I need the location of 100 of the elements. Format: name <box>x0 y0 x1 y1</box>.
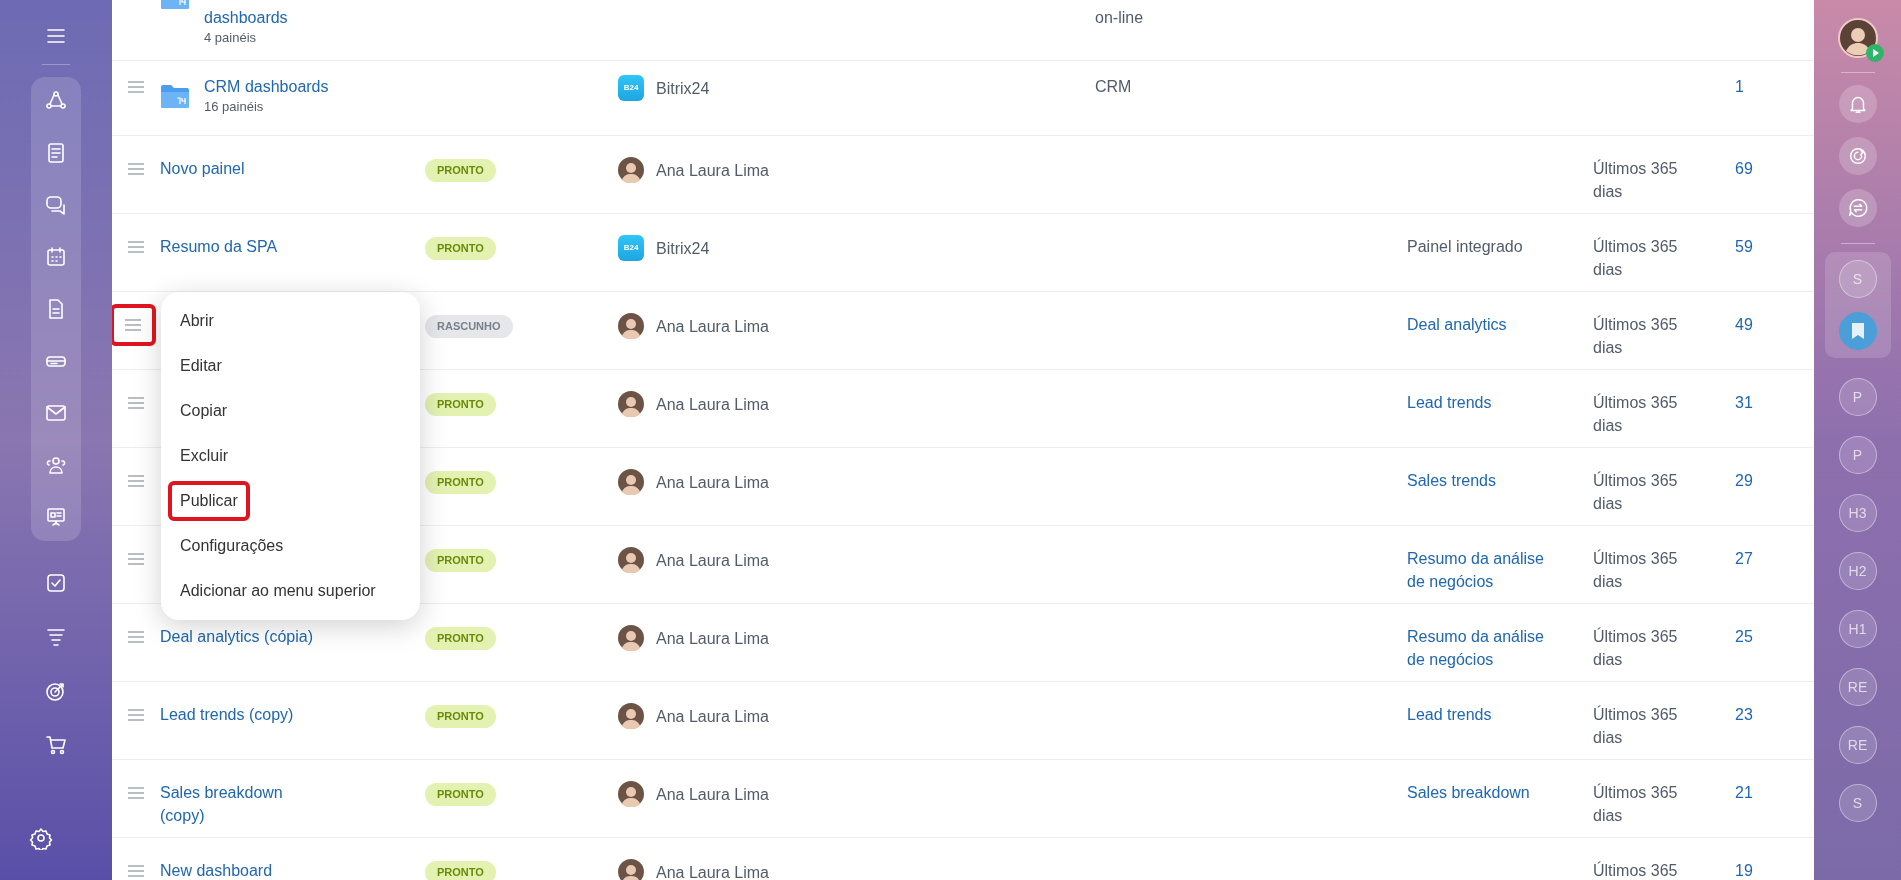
drag-handle-icon[interactable] <box>128 631 144 643</box>
avatar-silhouette-icon <box>618 391 644 417</box>
view-count[interactable]: 23 <box>1735 706 1753 723</box>
chat-arrows-icon <box>1846 197 1869 219</box>
owner-name: Bitrix24 <box>656 238 710 259</box>
menu-item[interactable]: Configurações <box>168 526 296 566</box>
source-link[interactable]: Sales trends <box>1407 469 1557 492</box>
status-badge: PRONTO <box>425 705 496 728</box>
view-count[interactable]: 27 <box>1735 550 1753 567</box>
status-badge: PRONTO <box>425 783 496 806</box>
view-count[interactable]: 25 <box>1735 628 1753 645</box>
calendar-icon[interactable] <box>44 245 68 269</box>
app-logo: B24 <box>618 235 644 261</box>
menu-item[interactable]: Adicionar ao menu superior <box>168 571 388 611</box>
menu-item[interactable]: Excluir <box>168 436 240 476</box>
owner-name: Ana Laura Lima <box>656 472 769 493</box>
bookmark-icon <box>1850 322 1865 340</box>
status-badge: PRONTO <box>425 471 496 494</box>
avatar-silhouette-icon <box>618 313 644 339</box>
period-label: Últimos 365 dias <box>1593 158 1679 202</box>
period-label: Últimos 365 dias <box>1593 704 1679 748</box>
dashboard-link[interactable]: Sales breakdown (copy) <box>160 781 320 827</box>
chat-arrows-button[interactable] <box>1838 189 1877 227</box>
drag-handle-icon[interactable] <box>128 475 144 487</box>
dashboard-link[interactable]: Novo painel <box>160 157 245 180</box>
source-link[interactable]: Resumo da análise de negócios <box>1407 625 1557 671</box>
owner-name: Ana Laura Lima <box>656 628 769 649</box>
drag-handle-icon[interactable] <box>128 397 144 409</box>
source-link[interactable]: Lead trends <box>1407 703 1557 726</box>
source-link[interactable]: Lead trends <box>1407 391 1557 414</box>
view-count[interactable]: 19 <box>1735 862 1753 879</box>
status-badge: RASCUNHO <box>425 315 513 338</box>
drag-handle-icon[interactable] <box>125 319 141 331</box>
owner-name: Ana Laura Lima <box>656 862 769 880</box>
bookmark-chat-button[interactable] <box>1838 312 1877 350</box>
drag-handle-icon[interactable] <box>128 787 144 799</box>
drag-handle-icon[interactable] <box>128 81 144 93</box>
dashboard-link[interactable]: CRM dashboards <box>204 75 329 98</box>
source-link[interactable]: Sales breakdown <box>1407 781 1557 804</box>
menu-item[interactable]: Abrir <box>168 301 226 341</box>
status-badge: PRONTO <box>425 627 496 650</box>
menu-item[interactable]: Editar <box>168 346 234 386</box>
drag-handle-icon[interactable] <box>128 865 144 877</box>
owner-name: Ana Laura Lima <box>656 706 769 727</box>
owner-name: Bitrix24 <box>656 78 710 99</box>
checkbox-icon[interactable] <box>44 571 68 595</box>
period-label: Últimos 365 <box>1593 860 1679 880</box>
period-label: Últimos 365 dias <box>1593 626 1679 670</box>
period-label: Últimos 365 dias <box>1593 236 1679 280</box>
avatar-silhouette-icon <box>618 157 644 183</box>
status-badge: PRONTO <box>425 549 496 572</box>
avatar-silhouette-icon <box>618 625 644 651</box>
view-count[interactable]: 49 <box>1735 316 1753 333</box>
period-label: Últimos 365 dias <box>1593 314 1679 358</box>
owner-name: Ana Laura Lima <box>656 394 769 415</box>
app-logo: B24 <box>618 75 644 101</box>
source-link[interactable]: Deal analytics <box>1407 313 1557 336</box>
type-label: on-line <box>1095 9 1144 26</box>
settings-icon[interactable] <box>29 826 53 850</box>
view-count[interactable]: 21 <box>1735 784 1753 801</box>
period-label: Últimos 365 dias <box>1593 782 1679 826</box>
dashboard-link[interactable]: Resumo da SPA <box>160 235 278 258</box>
dashboard-link[interactable]: New dashboard <box>160 859 273 880</box>
owner-name: Ana Laura Lima <box>656 550 769 571</box>
dashboard-link[interactable]: Lead trends (copy) <box>160 703 294 726</box>
drag-handle-icon[interactable] <box>128 553 144 565</box>
dashboard-link[interactable]: dashboards <box>204 6 288 29</box>
cart-icon[interactable] <box>44 733 68 757</box>
board-icon[interactable] <box>44 505 68 529</box>
source-link[interactable]: Resumo da análise de negócios <box>1407 547 1557 593</box>
folder-icon <box>160 83 190 109</box>
panel-count: 4 painéis <box>204 29 258 46</box>
avatar-silhouette-icon <box>618 703 644 729</box>
avatar-silhouette-icon <box>618 781 644 807</box>
avatar-silhouette-icon <box>618 469 644 495</box>
view-count[interactable]: 1 <box>1735 78 1744 95</box>
status-badge: PRONTO <box>425 237 496 260</box>
type-label: CRM <box>1095 78 1132 95</box>
sparkle-spiral-button[interactable] <box>1838 137 1877 175</box>
drag-handle-icon[interactable] <box>128 241 144 253</box>
period-label: Últimos 365 dias <box>1593 470 1679 514</box>
status-badge: PRONTO <box>425 159 496 182</box>
drag-handle-icon[interactable] <box>128 709 144 721</box>
owner-name: Ana Laura Lima <box>656 160 769 181</box>
view-count[interactable]: 59 <box>1735 238 1753 255</box>
source-label: Painel integrado <box>1407 237 1524 257</box>
owner-name: Ana Laura Lima <box>656 316 769 337</box>
dashboard-link[interactable]: Deal analytics (cópia) <box>160 625 313 648</box>
period-label: Últimos 365 dias <box>1593 392 1679 436</box>
view-count[interactable]: 29 <box>1735 472 1753 489</box>
view-count[interactable]: 69 <box>1735 160 1753 177</box>
drag-handle-icon[interactable] <box>128 163 144 175</box>
menu-item[interactable]: Publicar <box>168 481 250 521</box>
avatar-silhouette-icon <box>618 859 644 880</box>
owner-name: Ana Laura Lima <box>656 784 769 805</box>
panel-count: 16 painéis <box>204 98 265 115</box>
menu-item[interactable]: Copiar <box>168 391 240 431</box>
view-count[interactable]: 31 <box>1735 394 1753 411</box>
notification-bell-button[interactable] <box>1838 85 1877 123</box>
chat-icon[interactable] <box>44 193 68 217</box>
